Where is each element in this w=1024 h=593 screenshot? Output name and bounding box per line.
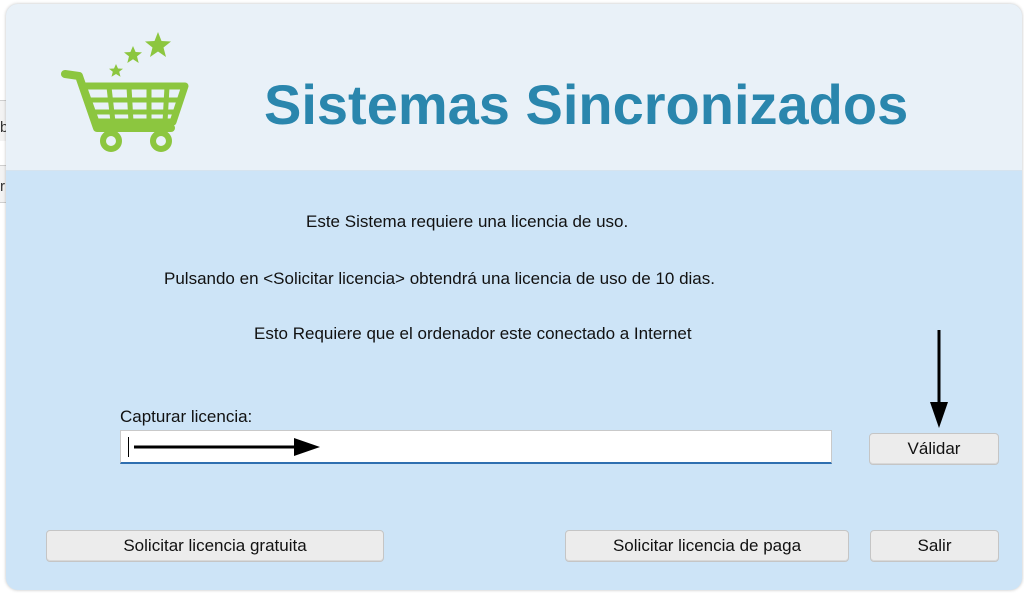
license-required-text: Este Sistema requiere una licencia de us…: [306, 212, 629, 231]
background-fragment-text: r: [0, 178, 5, 195]
license-field-label: Capturar licencia:: [120, 407, 253, 426]
request-paid-license-button[interactable]: Solicitar licencia de paga: [565, 530, 849, 562]
trial-info-text: Pulsando en <Solicitar licencia> obtendr…: [164, 269, 715, 288]
text-caret: [128, 437, 129, 457]
star-icon: [109, 64, 123, 77]
star-icon: [124, 46, 142, 63]
request-free-license-button[interactable]: Solicitar licencia gratuita: [46, 530, 384, 562]
star-icon: [145, 32, 171, 57]
validate-button[interactable]: Válidar: [869, 433, 999, 465]
arrow-annotation-icon: [930, 330, 948, 428]
exit-button[interactable]: Salir: [870, 530, 999, 562]
arrow-annotation-icon: [134, 438, 320, 456]
dialog-header: Sistemas Sincronizados: [6, 4, 1022, 171]
shopping-cart-icon: [61, 32, 189, 152]
internet-required-text: Esto Requiere que el ordenador este cone…: [254, 324, 692, 343]
license-dialog: Sistemas Sincronizados Este Sistema requ…: [6, 4, 1022, 590]
brand-title: Sistemas Sincronizados: [264, 73, 909, 136]
